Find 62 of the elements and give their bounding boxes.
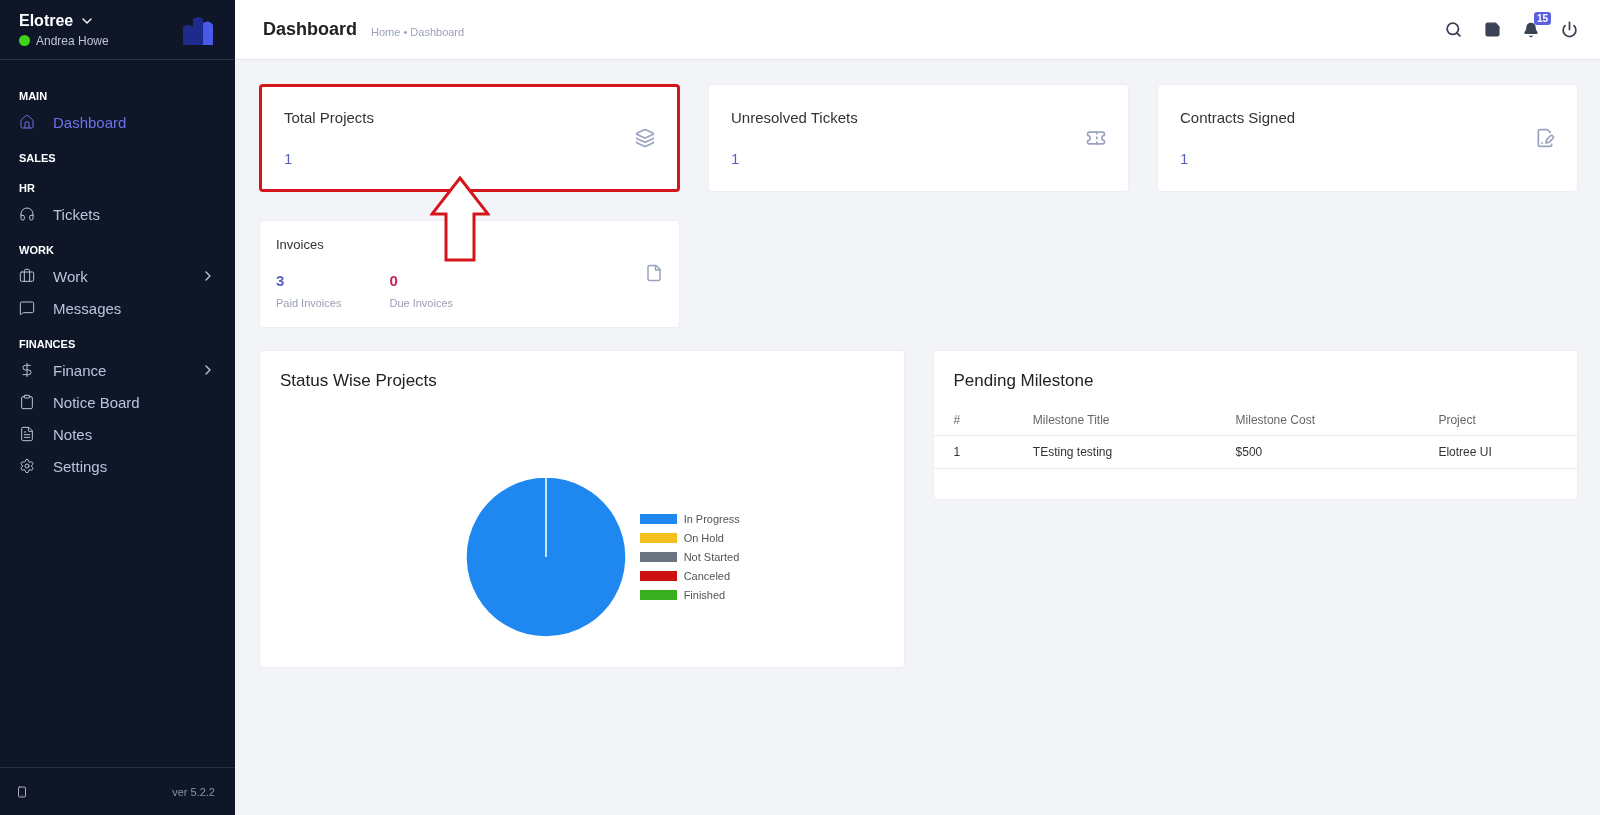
panel-title: Status Wise Projects [279, 370, 438, 392]
column-header: Project [1418, 405, 1577, 436]
section-heading: FINANCES [18, 337, 77, 352]
table-cell: TEsting testing [1012, 435, 1216, 469]
notification-badge: 15 [1533, 11, 1551, 25]
nav-item[interactable]: Finance [0, 354, 235, 386]
invoice-count: 0 [389, 272, 399, 289]
section-heading: HR [18, 181, 36, 196]
column-header: # [933, 405, 1013, 436]
nav-item[interactable]: Messages [0, 292, 235, 324]
note-icon [1484, 21, 1501, 38]
home-icon [19, 114, 35, 130]
card-title: Unresolved Tickets [731, 109, 858, 126]
invoice-label: Due Invoices [389, 297, 454, 309]
user-name: Andrea Howe [36, 33, 109, 48]
clipboard-icon [19, 394, 35, 410]
column-header: Milestone Cost [1215, 405, 1419, 436]
page-title: Dashboard [263, 19, 358, 40]
card-title: Total Projects [284, 109, 375, 126]
card-title: Invoices [276, 237, 325, 252]
dollar-icon [19, 362, 35, 378]
nav-item[interactable]: Notice Board [0, 386, 235, 418]
nav-item[interactable]: Dashboard [0, 106, 235, 138]
briefcase-icon [19, 268, 35, 284]
nav-item[interactable]: Tickets [0, 198, 235, 230]
card-value: 1 [284, 150, 294, 167]
table-cell: 1 [933, 435, 1013, 469]
invoice-label: Paid Invoices [276, 297, 342, 309]
panel-title: Pending Milestone [952, 370, 1095, 392]
section-heading: WORK [18, 243, 55, 258]
section-heading: MAIN [18, 89, 49, 104]
phone-icon[interactable] [16, 785, 28, 798]
nav-item[interactable]: Settings [0, 450, 235, 482]
legend-label: Not Started [683, 551, 740, 563]
legend-label: Finished [683, 589, 726, 601]
headset-icon [19, 206, 35, 222]
document-icon [645, 264, 663, 282]
section-heading: SALES [18, 151, 57, 166]
card-title: Contracts Signed [1180, 109, 1296, 126]
card-value: 1 [731, 150, 741, 167]
layers-icon [635, 128, 655, 148]
power-icon [1561, 21, 1578, 38]
search-icon [1445, 21, 1462, 38]
column-header: Milestone Title [1012, 405, 1216, 436]
version-text: ver 5.2.2 [172, 785, 215, 798]
breadcrumb: Home • Dashboard [371, 25, 466, 38]
nav-item[interactable]: Work [0, 260, 235, 292]
card-value: 1 [1180, 150, 1190, 167]
legend-label: In Progress [683, 513, 740, 525]
table-cell: Elotree UI [1418, 435, 1577, 469]
notes-icon [19, 426, 35, 442]
legend-label: On Hold [683, 532, 724, 544]
table-cell: $500 [1215, 435, 1419, 469]
bell-icon [1523, 21, 1539, 38]
legend-label: Canceled [683, 570, 731, 582]
ticket-icon [1086, 128, 1106, 148]
nav-item[interactable]: Notes [0, 418, 235, 450]
signed-document-icon [1535, 128, 1555, 148]
company-name: Elotree [19, 11, 74, 30]
invoice-count: 3 [276, 272, 286, 289]
settings-icon [19, 458, 35, 474]
message-icon [19, 300, 35, 316]
